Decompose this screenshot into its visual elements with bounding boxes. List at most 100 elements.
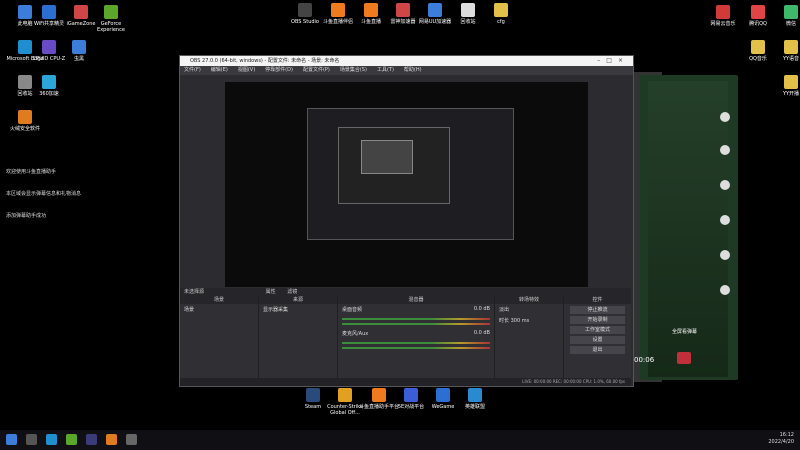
- icon-label: cfg: [497, 19, 505, 25]
- desktop-icon[interactable]: 360加速: [26, 75, 72, 97]
- nested-preview: [338, 127, 450, 204]
- obs-docks: 场景 场景 来源 显示器采集 混音器 桌面音频 0.0 dB 麦克风/Aux 0…: [180, 296, 631, 378]
- system-clock[interactable]: 16:12 2022/4/20: [768, 432, 794, 446]
- nested-obs-window: [307, 108, 514, 240]
- app-icon: [18, 110, 32, 124]
- taskbar: 16:12 2022/4/20: [0, 430, 800, 450]
- desktop-icon[interactable]: cfg: [478, 3, 524, 25]
- properties-button[interactable]: 属性: [266, 289, 276, 295]
- duration-input[interactable]: 300 ms: [511, 318, 530, 324]
- phone-side-icon[interactable]: [720, 250, 730, 260]
- icon-label: YY开播: [782, 91, 800, 97]
- danmu-note: 添加弹幕助手成功: [6, 213, 47, 219]
- transition-select[interactable]: 淡出: [495, 304, 563, 315]
- start-icon[interactable]: [6, 434, 17, 445]
- start-recording-button[interactable]: 开始录制: [570, 316, 625, 324]
- app-icon: [298, 3, 312, 17]
- search-icon[interactable]: [26, 434, 37, 445]
- app-icon: [42, 75, 56, 89]
- app-icon: [404, 388, 418, 402]
- track-db: 0.0 dB: [473, 306, 490, 312]
- phone-time: 00:06: [634, 356, 655, 364]
- app-icon: [306, 388, 320, 402]
- icon-label: GeForce Experience: [97, 21, 125, 33]
- scene-item[interactable]: 场景: [180, 304, 258, 315]
- nested-preview-inner: [361, 140, 413, 174]
- exit-button[interactable]: 退出: [570, 346, 625, 354]
- filters-button[interactable]: 滤镜: [287, 289, 297, 295]
- no-source-label: 未选择源: [184, 289, 205, 295]
- app-icon[interactable]: [106, 434, 117, 445]
- app-icon: [428, 3, 442, 17]
- clock-date: 2022/4/20: [768, 439, 794, 445]
- obs-menubar: 文件(F) 编辑(E) 视图(V) 停靠部件(D) 配置文件(P) 场景集合(S) 工具(T…: [180, 66, 633, 75]
- icon-label: 微信: [785, 21, 796, 27]
- scenes-header: 场景: [180, 296, 258, 304]
- obs-preview[interactable]: [225, 82, 588, 287]
- phone-close-button[interactable]: [677, 352, 691, 364]
- track-name: 桌面音频: [342, 307, 363, 313]
- menu-item[interactable]: 文件(F): [184, 67, 201, 73]
- menu-item[interactable]: 编辑(E): [211, 67, 228, 73]
- controls-dock: 控件 停止推流 开始录制 工作室模式 设置 退出: [564, 296, 631, 378]
- desktop-icon[interactable]: GeForce Experience: [88, 5, 134, 33]
- phone-label: 全屏看弹幕: [672, 329, 698, 335]
- menu-item[interactable]: 工具(T): [377, 67, 394, 73]
- danmu-note: 本区域会显示弹幕信息和礼物消息: [6, 191, 82, 197]
- app-icon: [331, 3, 345, 17]
- app-icon[interactable]: [66, 434, 77, 445]
- settings-button[interactable]: 设置: [570, 336, 625, 344]
- desktop-icon[interactable]: YY开播: [768, 75, 800, 97]
- audio-meter: [342, 318, 490, 320]
- source-toolbar: 未选择源 属性 滤镜: [180, 288, 631, 296]
- window-controls[interactable]: –□×: [597, 56, 629, 66]
- app-icon[interactable]: [86, 434, 97, 445]
- phone-side-icon[interactable]: [720, 112, 730, 122]
- duration-label: 时长: [499, 318, 510, 324]
- phone-side-icon[interactable]: [720, 145, 730, 155]
- app-icon: [104, 5, 118, 19]
- icon-label: 虫黑: [73, 56, 84, 62]
- app-icon: [751, 5, 765, 19]
- desktop-icon[interactable]: 英雄联盟: [452, 388, 498, 410]
- danmu-note: 欢迎使用斗鱼直播助手: [6, 169, 57, 175]
- menu-item[interactable]: 视图(V): [238, 67, 255, 73]
- desktop-icon[interactable]: 虫黑: [56, 40, 102, 62]
- menu-item[interactable]: 帮助(H): [404, 67, 422, 73]
- app-icon: [338, 388, 352, 402]
- source-item[interactable]: 显示器采集: [259, 304, 337, 315]
- track-db: 0.0 dB: [473, 330, 490, 336]
- desktop-icon[interactable]: 微信: [768, 5, 800, 27]
- app-icon: [751, 40, 765, 54]
- edge-icon[interactable]: [46, 434, 57, 445]
- menu-item[interactable]: 配置文件(P): [303, 67, 330, 73]
- app-icon: [72, 40, 86, 54]
- phone-side-icon[interactable]: [720, 215, 730, 225]
- mixer-header: 混音器: [338, 296, 494, 304]
- icon-label: 360加速: [39, 91, 59, 97]
- desktop-icon[interactable]: YY语音: [768, 40, 800, 62]
- app-icon: [436, 388, 450, 402]
- volume-slider[interactable]: [342, 347, 490, 349]
- app-icon: [784, 5, 798, 19]
- volume-slider[interactable]: [342, 323, 490, 325]
- app-icon: [784, 75, 798, 89]
- menu-item[interactable]: 停靠部件(D): [265, 67, 293, 73]
- controls-header: 控件: [564, 296, 631, 304]
- phone-side-icon[interactable]: [720, 285, 730, 295]
- obs-window: OBS 27.0.0 (64-bit, windows) - 配置文件: 未命名…: [179, 55, 634, 387]
- stop-streaming-button[interactable]: 停止推流: [570, 306, 625, 314]
- app-icon: [396, 3, 410, 17]
- app-icon: [494, 3, 508, 17]
- transitions-dock: 转场特效 淡出 时长 300 ms: [495, 296, 564, 378]
- obs-title-text: OBS 27.0.0 (64-bit, windows) - 配置文件: 未命名…: [190, 58, 340, 64]
- obs-taskbar-icon[interactable]: [126, 434, 137, 445]
- app-icon: [372, 388, 386, 402]
- menu-item[interactable]: 场景集合(S): [340, 67, 367, 73]
- clock-time: 16:12: [779, 432, 794, 438]
- desktop-icon[interactable]: 火绒安全软件: [2, 110, 48, 132]
- studio-mode-button[interactable]: 工作室模式: [570, 326, 625, 334]
- app-icon: [42, 40, 56, 54]
- icon-label: 英雄联盟: [464, 404, 485, 410]
- phone-side-icon[interactable]: [720, 180, 730, 190]
